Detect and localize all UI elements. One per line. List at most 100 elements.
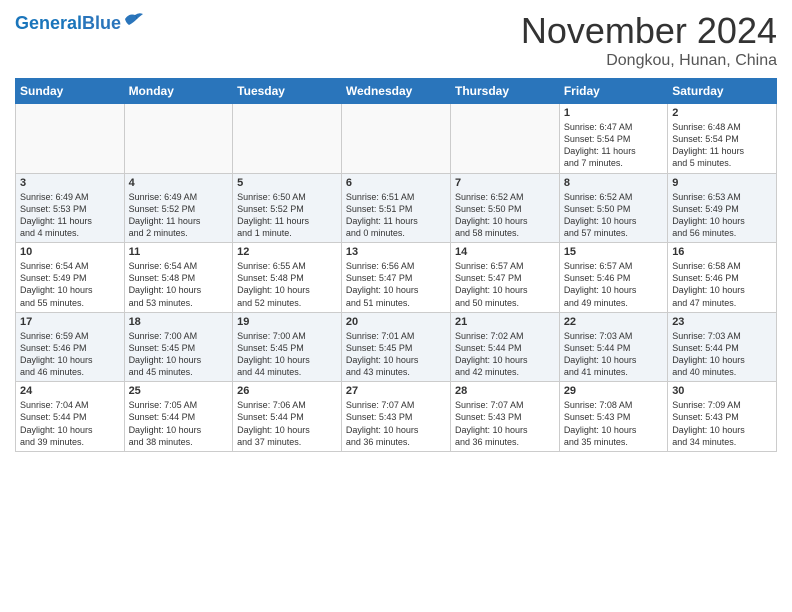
day-number: 6 [346,177,446,189]
col-header-thursday: Thursday [450,79,559,104]
calendar-cell [124,104,233,174]
day-info: Sunrise: 6:54 AM Sunset: 5:48 PM Dayligh… [129,260,229,309]
col-header-saturday: Saturday [668,79,777,104]
calendar-cell: 2Sunrise: 6:48 AM Sunset: 5:54 PM Daylig… [668,104,777,174]
calendar-cell: 1 Sunrise: 6:47 AM Sunset: 5:54 PM Daylig… [559,104,667,174]
calendar-cell: 23Sunrise: 7:03 AM Sunset: 5:44 PM Dayli… [668,312,777,382]
calendar-cell [233,104,342,174]
calendar-cell: 24 Sunrise: 7:04 AM Sunset: 5:44 PM Dayli… [16,382,125,452]
day-number: 24 [20,385,120,397]
calendar-week-5: 24 Sunrise: 7:04 AM Sunset: 5:44 PM Dayli… [16,382,777,452]
calendar-week-1: 1 Sunrise: 6:47 AM Sunset: 5:54 PM Daylig… [16,104,777,174]
day-info: Sunrise: 6:58 AM Sunset: 5:46 PM Dayligh… [672,260,772,309]
location: Dongkou, Hunan, China [521,52,777,70]
calendar-cell: 7 Sunrise: 6:52 AM Sunset: 5:50 PM Daylig… [450,173,559,243]
day-number: 13 [346,246,446,258]
logo-blue: Blue [82,13,121,33]
day-info: Sunrise: 6:49 AM Sunset: 5:52 PM Dayligh… [129,191,229,240]
day-number: 15 [564,246,663,258]
day-number: 9 [672,177,772,189]
calendar-cell: 26 Sunrise: 7:06 AM Sunset: 5:44 PM Dayli… [233,382,342,452]
calendar-cell: 3 Sunrise: 6:49 AM Sunset: 5:53 PM Daylig… [16,173,125,243]
calendar-cell: 11 Sunrise: 6:54 AM Sunset: 5:48 PM Dayli… [124,243,233,313]
day-info: Sunrise: 6:50 AM Sunset: 5:52 PM Dayligh… [237,191,337,240]
day-number: 21 [455,316,555,328]
day-info: Sunrise: 7:07 AM Sunset: 5:43 PM Dayligh… [346,399,446,448]
month-title: November 2024 [521,10,777,52]
day-number: 25 [129,385,229,397]
calendar-header-row: SundayMondayTuesdayWednesdayThursdayFrid… [16,79,777,104]
day-info: Sunrise: 6:53 AM Sunset: 5:49 PM Dayligh… [672,191,772,240]
calendar-cell: 13Sunrise: 6:56 AM Sunset: 5:47 PM Dayli… [341,243,450,313]
col-header-tuesday: Tuesday [233,79,342,104]
day-number: 12 [237,246,337,258]
calendar-week-3: 10Sunrise: 6:54 AM Sunset: 5:49 PM Dayli… [16,243,777,313]
day-info: Sunrise: 6:57 AM Sunset: 5:47 PM Dayligh… [455,260,555,309]
calendar-cell: 20Sunrise: 7:01 AM Sunset: 5:45 PM Dayli… [341,312,450,382]
day-number: 29 [564,385,663,397]
day-info: Sunrise: 6:55 AM Sunset: 5:48 PM Dayligh… [237,260,337,309]
day-number: 26 [237,385,337,397]
day-number: 7 [455,177,555,189]
day-info: Sunrise: 7:09 AM Sunset: 5:43 PM Dayligh… [672,399,772,448]
day-number: 11 [129,246,229,258]
calendar-cell: 15Sunrise: 6:57 AM Sunset: 5:46 PM Dayli… [559,243,667,313]
title-block: November 2024 Dongkou, Hunan, China [521,10,777,70]
day-info: Sunrise: 6:47 AM Sunset: 5:54 PM Dayligh… [564,121,663,170]
day-info: Sunrise: 7:00 AM Sunset: 5:45 PM Dayligh… [129,330,229,379]
day-number: 5 [237,177,337,189]
logo: GeneralBlue [15,10,145,32]
day-number: 14 [455,246,555,258]
calendar-week-2: 3 Sunrise: 6:49 AM Sunset: 5:53 PM Daylig… [16,173,777,243]
calendar-cell [450,104,559,174]
calendar-cell [16,104,125,174]
day-info: Sunrise: 7:04 AM Sunset: 5:44 PM Dayligh… [20,399,120,448]
calendar-cell: 21 Sunrise: 7:02 AM Sunset: 5:44 PM Dayli… [450,312,559,382]
day-number: 16 [672,246,772,258]
calendar-cell: 10Sunrise: 6:54 AM Sunset: 5:49 PM Dayli… [16,243,125,313]
day-info: Sunrise: 6:52 AM Sunset: 5:50 PM Dayligh… [455,191,555,240]
day-info: Sunrise: 6:59 AM Sunset: 5:46 PM Dayligh… [20,330,120,379]
logo-general: General [15,13,82,33]
calendar-cell: 8 Sunrise: 6:52 AM Sunset: 5:50 PM Daylig… [559,173,667,243]
day-number: 18 [129,316,229,328]
day-info: Sunrise: 6:52 AM Sunset: 5:50 PM Dayligh… [564,191,663,240]
col-header-monday: Monday [124,79,233,104]
day-number: 4 [129,177,229,189]
calendar-cell: 25Sunrise: 7:05 AM Sunset: 5:44 PM Dayli… [124,382,233,452]
calendar-week-4: 17 Sunrise: 6:59 AM Sunset: 5:46 PM Dayli… [16,312,777,382]
calendar-cell: 29Sunrise: 7:08 AM Sunset: 5:43 PM Dayli… [559,382,667,452]
day-number: 22 [564,316,663,328]
day-info: Sunrise: 7:03 AM Sunset: 5:44 PM Dayligh… [672,330,772,379]
calendar-cell: 19 Sunrise: 7:00 AM Sunset: 5:45 PM Dayli… [233,312,342,382]
calendar-cell: 5 Sunrise: 6:50 AM Sunset: 5:52 PM Daylig… [233,173,342,243]
day-number: 28 [455,385,555,397]
calendar-cell: 16 Sunrise: 6:58 AM Sunset: 5:46 PM Dayli… [668,243,777,313]
day-number: 1 [564,107,663,119]
day-info: Sunrise: 7:00 AM Sunset: 5:45 PM Dayligh… [237,330,337,379]
calendar-cell: 18 Sunrise: 7:00 AM Sunset: 5:45 PM Dayli… [124,312,233,382]
day-info: Sunrise: 6:48 AM Sunset: 5:54 PM Dayligh… [672,121,772,170]
day-info: Sunrise: 7:07 AM Sunset: 5:43 PM Dayligh… [455,399,555,448]
day-number: 17 [20,316,120,328]
calendar-cell: 9 Sunrise: 6:53 AM Sunset: 5:49 PM Daylig… [668,173,777,243]
calendar-cell: 17 Sunrise: 6:59 AM Sunset: 5:46 PM Dayli… [16,312,125,382]
calendar-cell: 27 Sunrise: 7:07 AM Sunset: 5:43 PM Dayli… [341,382,450,452]
day-info: Sunrise: 6:49 AM Sunset: 5:53 PM Dayligh… [20,191,120,240]
day-info: Sunrise: 7:01 AM Sunset: 5:45 PM Dayligh… [346,330,446,379]
day-number: 8 [564,177,663,189]
page-header: GeneralBlue November 2024 Dongkou, Hunan… [15,10,777,70]
calendar-cell [341,104,450,174]
day-number: 27 [346,385,446,397]
day-info: Sunrise: 6:51 AM Sunset: 5:51 PM Dayligh… [346,191,446,240]
col-header-sunday: Sunday [16,79,125,104]
calendar-cell: 6 Sunrise: 6:51 AM Sunset: 5:51 PM Daylig… [341,173,450,243]
col-header-wednesday: Wednesday [341,79,450,104]
day-number: 19 [237,316,337,328]
day-info: Sunrise: 7:06 AM Sunset: 5:44 PM Dayligh… [237,399,337,448]
day-info: Sunrise: 7:02 AM Sunset: 5:44 PM Dayligh… [455,330,555,379]
calendar-table: SundayMondayTuesdayWednesdayThursdayFrid… [15,78,777,452]
calendar-cell: 4 Sunrise: 6:49 AM Sunset: 5:52 PM Daylig… [124,173,233,243]
day-number: 3 [20,177,120,189]
day-number: 30 [672,385,772,397]
